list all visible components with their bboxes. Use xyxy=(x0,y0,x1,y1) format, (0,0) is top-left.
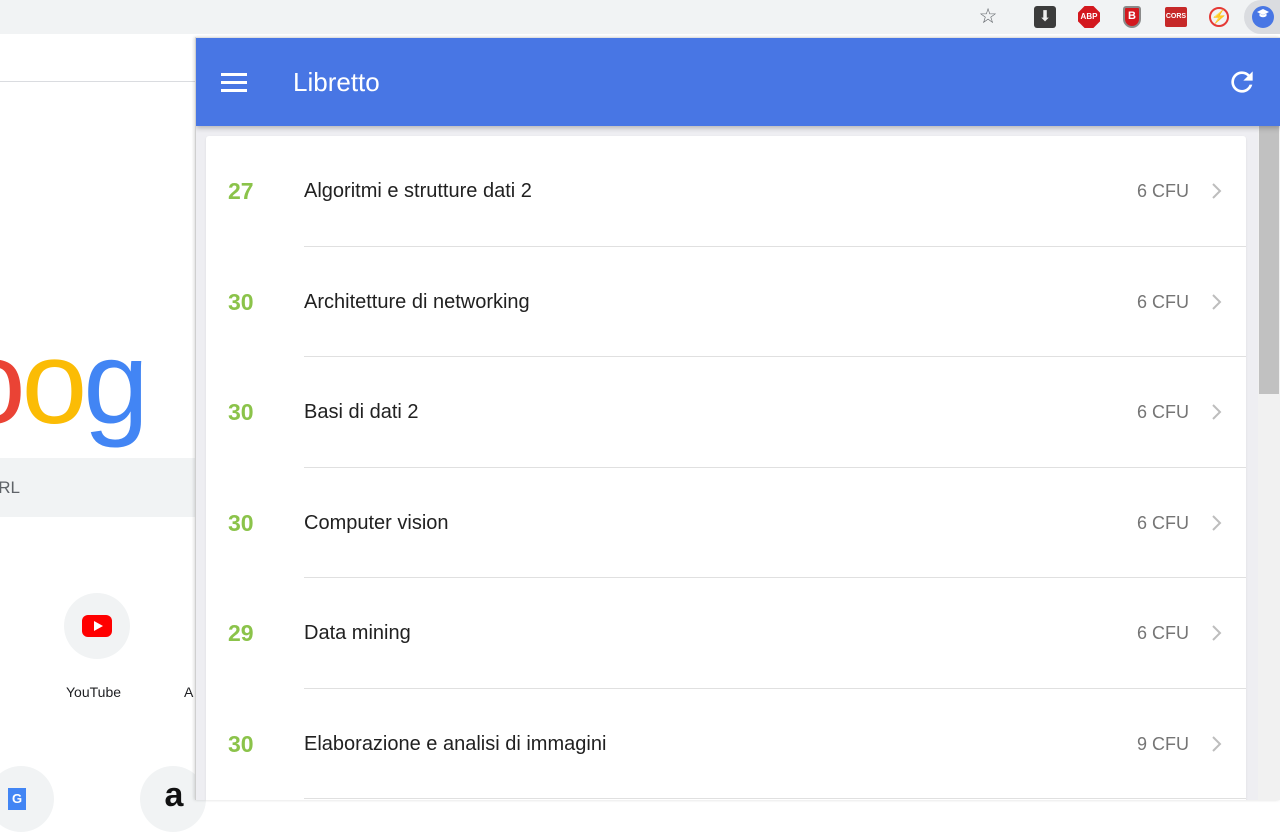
exam-row[interactable]: 27 Algoritmi e strutture dati 2 6 CFU xyxy=(206,136,1246,247)
cors-icon: CORS xyxy=(1165,7,1187,27)
shortcut-label-partial: A xyxy=(184,684,194,700)
chevron-right-icon xyxy=(1212,625,1222,641)
exam-row[interactable]: 30 Basi di dati 2 6 CFU xyxy=(206,357,1246,468)
exam-credits: 6 CFU xyxy=(1136,181,1189,201)
new-tab-page: oog URL YouTube A G a xyxy=(0,34,206,832)
shortcut-youtube-label: YouTube xyxy=(66,684,122,700)
shortcut-youtube[interactable] xyxy=(64,593,130,659)
google-translate-icon: G xyxy=(8,788,26,810)
exam-credits: 6 CFU xyxy=(1136,402,1189,422)
exam-credits: 6 CFU xyxy=(1136,512,1189,533)
search-placeholder: URL xyxy=(0,478,21,497)
exam-grade: 30 xyxy=(228,399,254,425)
download-arrow-icon: ⬇ xyxy=(1034,6,1056,28)
exam-grade: 27 xyxy=(228,178,254,204)
b-shield-extension-button[interactable]: B xyxy=(1120,5,1144,29)
shortcut-google-translate[interactable]: G xyxy=(0,766,54,832)
flash-block-extension-button[interactable]: ⚡ xyxy=(1207,5,1231,29)
exam-list: 27 Algoritmi e strutture dati 2 6 CFU 30… xyxy=(206,136,1246,800)
exam-credits: 6 CFU xyxy=(1136,291,1189,312)
ntp-divider xyxy=(0,81,200,82)
libretto-extension-button[interactable] xyxy=(1244,0,1280,34)
chevron-right-icon xyxy=(1212,183,1222,199)
search-box[interactable]: URL xyxy=(0,458,200,517)
exam-row[interactable]: 29 Data mining 6 CFU xyxy=(206,578,1246,689)
address-bar[interactable] xyxy=(0,0,1012,34)
youtube-icon xyxy=(82,615,112,637)
row-divider xyxy=(304,798,1246,799)
cors-extension-button[interactable]: CORS xyxy=(1164,5,1188,29)
shield-b-icon: B xyxy=(1123,6,1141,28)
app-title: Libretto xyxy=(293,67,380,97)
app-bar: Libretto xyxy=(196,38,1280,126)
abp-icon: ABP xyxy=(1078,6,1100,28)
exam-grade: 30 xyxy=(228,509,254,536)
download-extension-button[interactable]: ⬇ xyxy=(1033,5,1057,29)
exam-list-container: 27 Algoritmi e strutture dati 2 6 CFU 30… xyxy=(196,126,1258,800)
libretto-popup: Libretto 27 Algoritmi e strutture dati 2… xyxy=(195,37,1280,800)
scrollbar-thumb[interactable] xyxy=(1259,126,1279,394)
scrollbar[interactable] xyxy=(1258,126,1280,800)
exam-course-name: Computer vision xyxy=(304,511,449,534)
exam-row[interactable]: 30 Architetture di networking 6 CFU xyxy=(206,247,1246,357)
chevron-right-icon xyxy=(1212,735,1222,752)
chevron-right-icon xyxy=(1212,514,1222,531)
exam-credits: 6 CFU xyxy=(1136,623,1189,643)
exam-course-name: Basi di dati 2 xyxy=(304,401,419,423)
star-icon[interactable]: ☆ xyxy=(976,5,1000,29)
exam-grade: 30 xyxy=(228,730,254,757)
exam-row[interactable]: 30 Elaborazione e analisi di immagini 9 … xyxy=(206,689,1246,799)
exam-course-name: Data mining xyxy=(304,622,411,644)
hamburger-menu-icon[interactable] xyxy=(216,66,252,98)
amazon-icon: a xyxy=(164,776,184,814)
chevron-right-icon xyxy=(1212,404,1222,420)
exam-course-name: Elaborazione e analisi di immagini xyxy=(304,732,607,755)
exam-grade: 30 xyxy=(228,288,254,315)
exam-course-name: Algoritmi e strutture dati 2 xyxy=(304,180,532,202)
exam-grade: 29 xyxy=(228,620,254,646)
no-flash-icon: ⚡ xyxy=(1209,7,1229,27)
exam-course-name: Architetture di networking xyxy=(304,290,530,313)
chevron-right-icon xyxy=(1212,293,1222,310)
exam-row[interactable]: 30 Computer vision 6 CFU xyxy=(206,468,1246,578)
google-logo: oog xyxy=(0,317,149,449)
browser-toolbar: ☆ ⬇ ABP B CORS ⚡ xyxy=(0,0,1280,34)
exam-credits: 9 CFU xyxy=(1136,733,1189,754)
refresh-icon[interactable] xyxy=(1226,66,1258,98)
graduation-cap-icon xyxy=(1252,6,1274,28)
adblock-plus-extension-button[interactable]: ABP xyxy=(1077,5,1101,29)
